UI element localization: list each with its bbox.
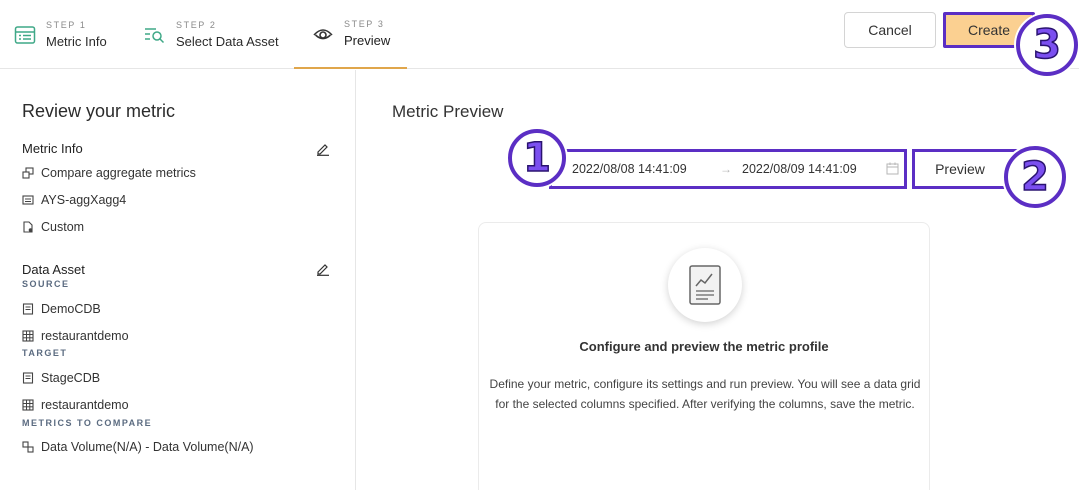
metrics-compare-caption: METRICS TO COMPARE [22, 418, 153, 428]
metric-type-row: Compare aggregate metrics [22, 166, 196, 180]
start-date-input[interactable]: 2022/08/08 14:41:09 [572, 162, 687, 176]
calendar-icon[interactable] [886, 162, 900, 176]
edit-metric-info-icon[interactable] [316, 142, 330, 156]
eye-icon [312, 23, 334, 45]
date-range-picker[interactable]: 2022/08/08 14:41:09 → 2022/08/09 14:41:0… [549, 149, 907, 189]
step-metric-info[interactable]: STEP 1 Metric Info [14, 0, 107, 69]
step-label: Preview [344, 33, 391, 48]
table-list-icon [14, 24, 36, 46]
data-asset-title: Data Asset [22, 262, 85, 277]
source-table-text: restaurantdemo [41, 329, 129, 343]
file-icon [22, 221, 34, 233]
metric-name-text: AYS-aggXagg4 [41, 193, 127, 207]
link-icon [22, 441, 34, 453]
target-table-text: restaurantdemo [41, 398, 129, 412]
stepper-header: STEP 1 Metric Info STEP 2 Select Data As… [0, 0, 1079, 69]
step-label: Metric Info [46, 34, 107, 49]
empty-state-description: Define your metric, configure its settin… [489, 377, 921, 411]
database-icon [22, 372, 34, 384]
compare-icon [22, 167, 34, 179]
metric-type-text: Compare aggregate metrics [41, 166, 196, 180]
list-icon [22, 194, 34, 206]
step-number: STEP 1 [46, 20, 87, 30]
review-title: Review your metric [22, 101, 176, 121]
target-caption: TARGET [22, 348, 68, 358]
edit-data-asset-icon[interactable] [316, 262, 330, 276]
metric-kind-row: Custom [22, 220, 84, 234]
target-table-row: restaurantdemo [22, 398, 129, 412]
end-date-input[interactable]: 2022/08/09 14:41:09 [742, 162, 857, 176]
step-label: Select Data Asset [176, 34, 279, 49]
metric-info-title: Metric Info [22, 141, 83, 156]
metrics-compare-row: Data Volume(N/A) - Data Volume(N/A) [22, 440, 254, 454]
source-table-row: restaurantdemo [22, 329, 129, 343]
review-panel: Review your metric Metric Info Compare a… [0, 70, 356, 490]
step-preview[interactable]: STEP 3 Preview [294, 0, 407, 69]
metric-kind-text: Custom [41, 220, 85, 234]
range-arrow-icon: → [720, 162, 732, 176]
metric-name-row: AYS-aggXagg4 [22, 193, 126, 207]
database-icon [22, 303, 34, 315]
source-database-row: DemoCDB [22, 302, 101, 316]
callout-badge-2: 2 [1004, 146, 1066, 208]
callout-badge-3: 3 [1016, 14, 1078, 76]
table-icon [22, 399, 34, 411]
cancel-button[interactable]: Cancel [844, 12, 936, 48]
step-number: STEP 2 [176, 20, 217, 30]
target-database-text: StageCDB [41, 371, 101, 385]
source-database-text: DemoCDB [41, 302, 101, 316]
metric-preview-title: Metric Preview [392, 102, 504, 121]
search-list-icon [144, 24, 166, 46]
target-database-row: StageCDB [22, 371, 100, 385]
empty-state-title: Configure and preview the metric profile [579, 339, 829, 354]
step-number: STEP 3 [344, 19, 385, 29]
step-select-data-asset[interactable]: STEP 2 Select Data Asset [144, 0, 279, 69]
preview-button[interactable]: Preview [912, 149, 1018, 189]
metrics-compare-text: Data Volume(N/A) - Data Volume(N/A) [41, 440, 254, 454]
source-caption: SOURCE [22, 279, 70, 289]
callout-badge-1: 1 [508, 129, 566, 187]
chart-document-icon [668, 248, 742, 322]
table-icon [22, 330, 34, 342]
empty-state-card: Configure and preview the metric profile… [478, 222, 930, 490]
